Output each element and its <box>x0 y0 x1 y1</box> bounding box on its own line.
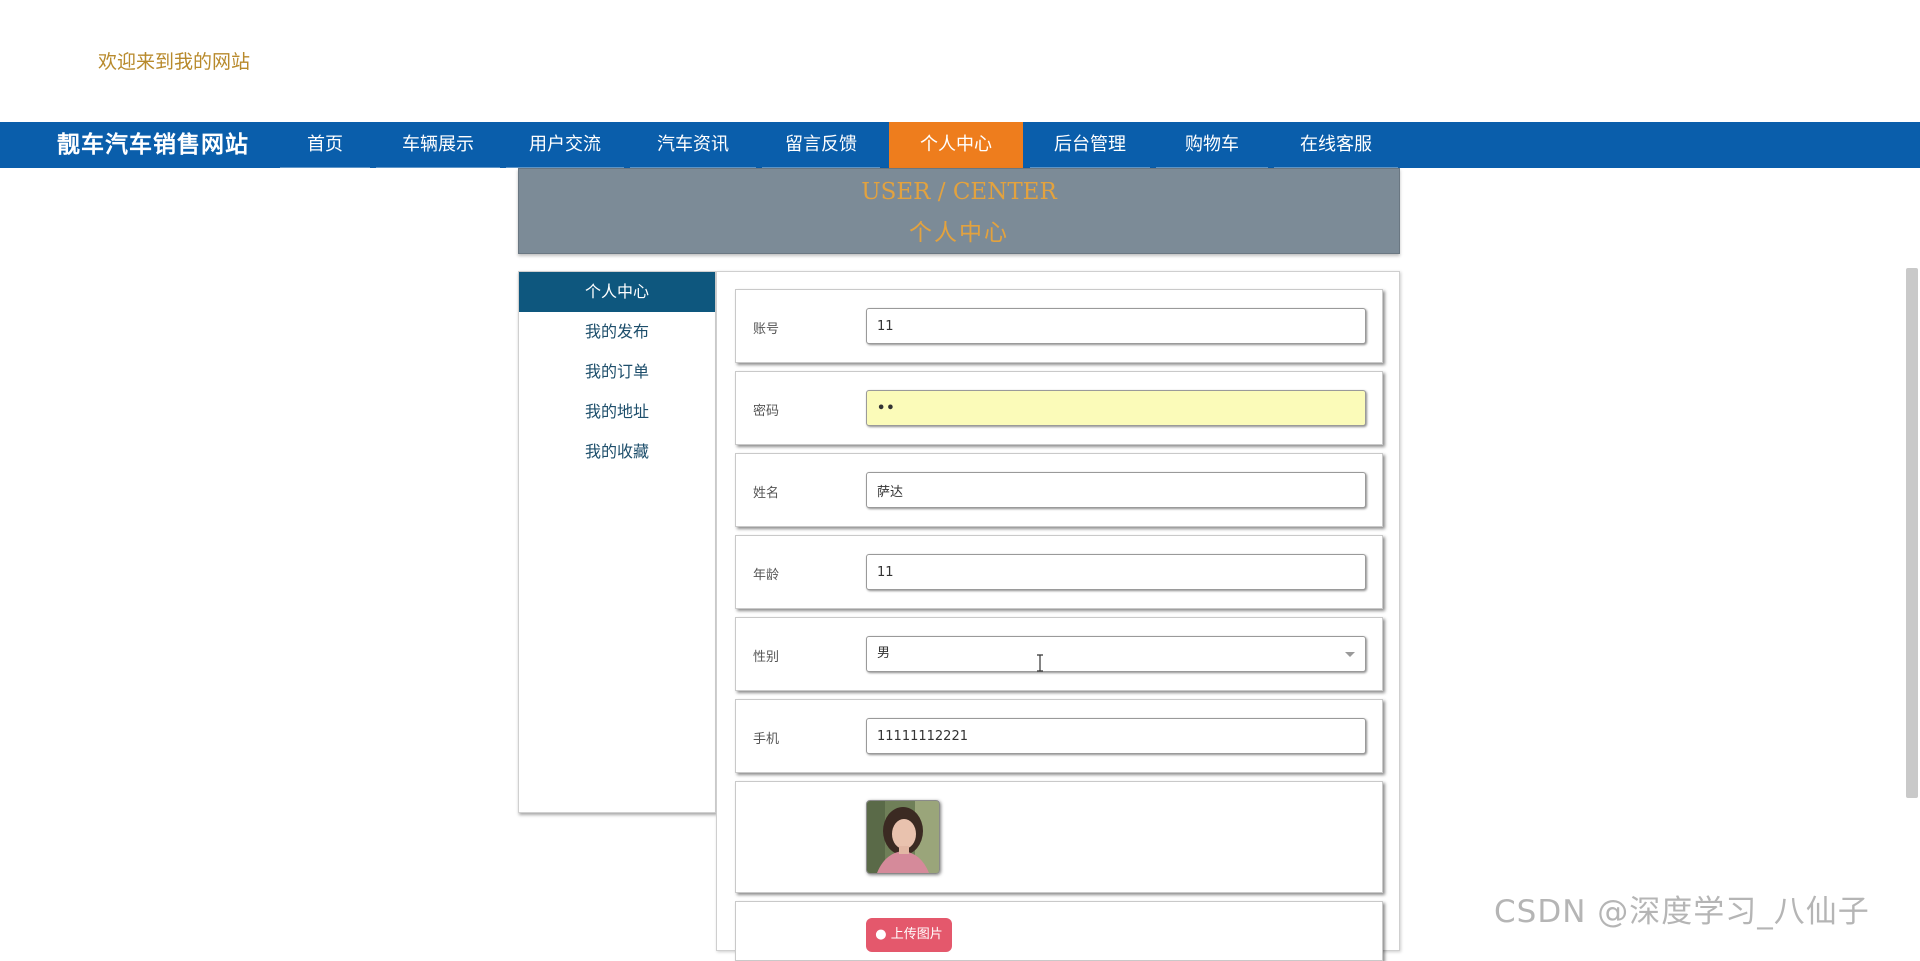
gender-selected-value: 男 <box>877 646 891 661</box>
user-center-banner: USER / CENTER 个人中心 <box>518 168 1400 254</box>
form-row-gender: 性别 男 <box>735 617 1383 691</box>
phone-label: 手机 <box>753 732 780 747</box>
password-label: 密码 <box>753 404 780 419</box>
form-row-avatar <box>735 781 1383 893</box>
account-label: 账号 <box>753 322 780 337</box>
side-item-my-posts[interactable]: 我的发布 <box>519 312 715 352</box>
nav-item-car-news[interactable]: 汽车资讯 <box>630 122 756 168</box>
password-input[interactable] <box>866 390 1366 426</box>
name-label: 姓名 <box>753 486 780 501</box>
main-navbar: 靓车汽车销售网站 首页 车辆展示 用户交流 汽车资讯 留言反馈 个人中心 后台管… <box>0 122 1920 168</box>
upload-icon: ● <box>875 927 887 942</box>
age-input[interactable] <box>866 554 1366 590</box>
name-input[interactable] <box>866 472 1366 508</box>
nav-item-vehicles[interactable]: 车辆展示 <box>376 122 500 168</box>
upload-label: 上传图片 <box>890 927 943 942</box>
avatar[interactable] <box>866 800 940 874</box>
upload-image-button[interactable]: ● 上传图片 <box>866 918 952 952</box>
gender-label: 性别 <box>753 650 780 665</box>
form-row-upload: ● 上传图片 <box>735 901 1383 961</box>
form-row-account: 账号 <box>735 289 1383 363</box>
watermark: CSDN @深度学习_八仙子 <box>1494 894 1870 930</box>
user-side-menu: 个人中心 我的发布 我的订单 我的地址 我的收藏 <box>518 271 716 813</box>
side-item-user-center[interactable]: 个人中心 <box>519 272 715 312</box>
nav-item-feedback[interactable]: 留言反馈 <box>762 122 880 168</box>
nav-item-online-service[interactable]: 在线客服 <box>1274 122 1398 168</box>
nav-item-user-center[interactable]: 个人中心 <box>889 122 1023 168</box>
nav-item-admin[interactable]: 后台管理 <box>1030 122 1150 168</box>
nav-item-home[interactable]: 首页 <box>280 122 370 168</box>
nav-item-cart[interactable]: 购物车 <box>1156 122 1268 168</box>
banner-title-en: USER / CENTER <box>861 179 1057 205</box>
form-row-age: 年龄 <box>735 535 1383 609</box>
form-row-name: 姓名 <box>735 453 1383 527</box>
form-row-phone: 手机 <box>735 699 1383 773</box>
gender-select[interactable]: 男 <box>866 636 1366 672</box>
text-cursor-icon <box>1037 654 1043 672</box>
age-label: 年龄 <box>753 568 780 583</box>
avatar-photo-icon <box>867 801 939 873</box>
account-input[interactable] <box>866 308 1366 344</box>
side-item-my-addresses[interactable]: 我的地址 <box>519 392 715 432</box>
page-scrollbar[interactable] <box>1906 268 1918 798</box>
phone-input[interactable] <box>866 718 1366 754</box>
banner-title-cn: 个人中心 <box>909 220 1009 246</box>
welcome-text: 欢迎来到我的网站 <box>98 51 251 73</box>
side-item-my-orders[interactable]: 我的订单 <box>519 352 715 392</box>
form-row-password: 密码 <box>735 371 1383 445</box>
nav-item-user-exchange[interactable]: 用户交流 <box>506 122 624 168</box>
chevron-down-icon <box>1345 652 1355 657</box>
side-item-my-favorites[interactable]: 我的收藏 <box>519 432 715 472</box>
site-brand[interactable]: 靓车汽车销售网站 <box>57 122 249 168</box>
